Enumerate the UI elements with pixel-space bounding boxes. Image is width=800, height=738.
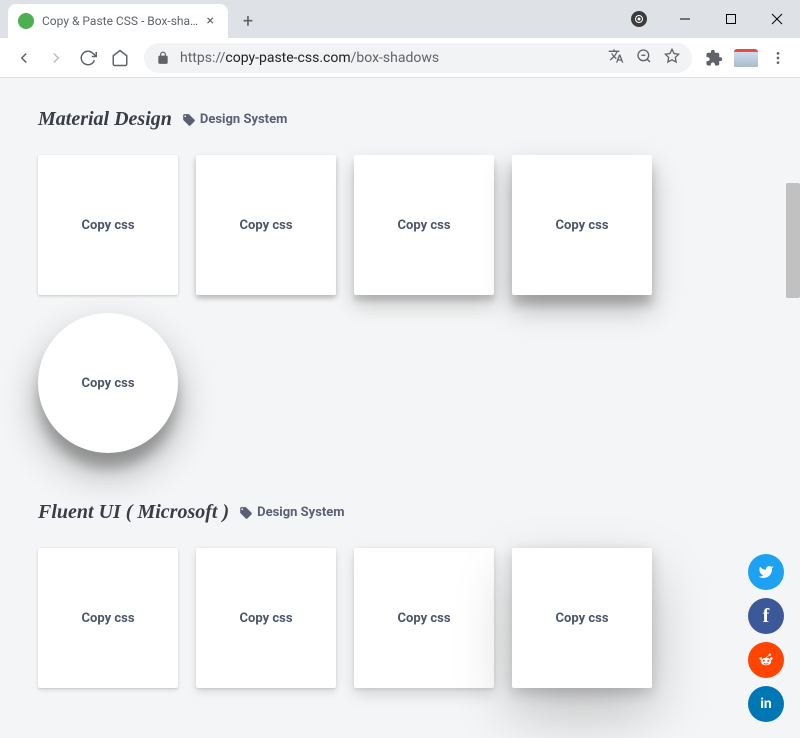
share-twitter-button[interactable] xyxy=(748,554,784,590)
tab-title: Copy & Paste CSS - Box-shado xyxy=(42,14,203,28)
translate-icon[interactable] xyxy=(608,48,624,68)
shadow-card[interactable]: Copy css xyxy=(196,155,336,295)
nav-back-button[interactable] xyxy=(8,42,40,74)
zoom-icon[interactable] xyxy=(636,48,652,68)
design-system-tag[interactable]: Design System xyxy=(182,112,287,127)
address-bar[interactable]: https://copy-paste-css.com/box-shadows xyxy=(144,43,692,73)
extension-store-icon[interactable] xyxy=(732,44,760,72)
new-tab-button[interactable]: + xyxy=(234,7,262,35)
shadow-card[interactable]: Copy css xyxy=(354,155,494,295)
share-reddit-button[interactable] xyxy=(748,642,784,678)
shadow-card[interactable]: Copy css xyxy=(354,548,494,688)
window-minimize-button[interactable] xyxy=(662,0,708,38)
cards-grid-fluent: Copy css Copy css Copy css Copy css xyxy=(38,548,762,688)
nav-forward-button[interactable] xyxy=(40,42,72,74)
scrollbar-thumb[interactable] xyxy=(786,183,800,298)
shadow-card[interactable]: Copy css xyxy=(196,548,336,688)
nav-reload-button[interactable] xyxy=(72,42,104,74)
lock-icon xyxy=(156,51,170,65)
section-header-material: Material Design Design System xyxy=(38,108,762,131)
tab-favicon-icon xyxy=(18,13,34,29)
shadow-card[interactable]: Copy css xyxy=(512,548,652,688)
nav-home-button[interactable] xyxy=(104,42,136,74)
browser-toolbar: https://copy-paste-css.com/box-shadows xyxy=(0,38,800,78)
social-share-float: f in xyxy=(748,554,784,722)
page-viewport[interactable]: Material Design Design System Copy css C… xyxy=(0,78,800,738)
tag-icon xyxy=(239,506,253,520)
shadow-card[interactable]: Copy css xyxy=(512,155,652,295)
url-text: https://copy-paste-css.com/box-shadows xyxy=(180,50,439,66)
account-indicator-icon[interactable] xyxy=(616,0,662,38)
cards-grid-material: Copy css Copy css Copy css Copy css Copy… xyxy=(38,155,762,453)
shadow-card[interactable]: Copy css xyxy=(38,155,178,295)
section-header-fluent: Fluent UI ( Microsoft ) Design System xyxy=(38,501,762,524)
bookmark-star-icon[interactable] xyxy=(664,48,680,68)
tab-strip: Copy & Paste CSS - Box-shado × + xyxy=(0,0,800,38)
shadow-card-circle[interactable]: Copy css xyxy=(38,313,178,453)
tag-icon xyxy=(182,113,196,127)
shadow-card[interactable]: Copy css xyxy=(38,548,178,688)
extensions-puzzle-icon[interactable] xyxy=(700,44,728,72)
share-linkedin-button[interactable]: in xyxy=(748,686,784,722)
section-title: Material Design xyxy=(38,108,172,131)
section-title: Fluent UI ( Microsoft ) xyxy=(38,501,229,524)
window-maximize-button[interactable] xyxy=(708,0,754,38)
tab-close-button[interactable]: × xyxy=(203,13,218,29)
browser-tab[interactable]: Copy & Paste CSS - Box-shado × xyxy=(8,4,228,38)
browser-menu-button[interactable] xyxy=(764,44,792,72)
window-close-button[interactable] xyxy=(754,0,800,38)
share-facebook-button[interactable]: f xyxy=(748,598,784,634)
design-system-tag[interactable]: Design System xyxy=(239,505,344,520)
